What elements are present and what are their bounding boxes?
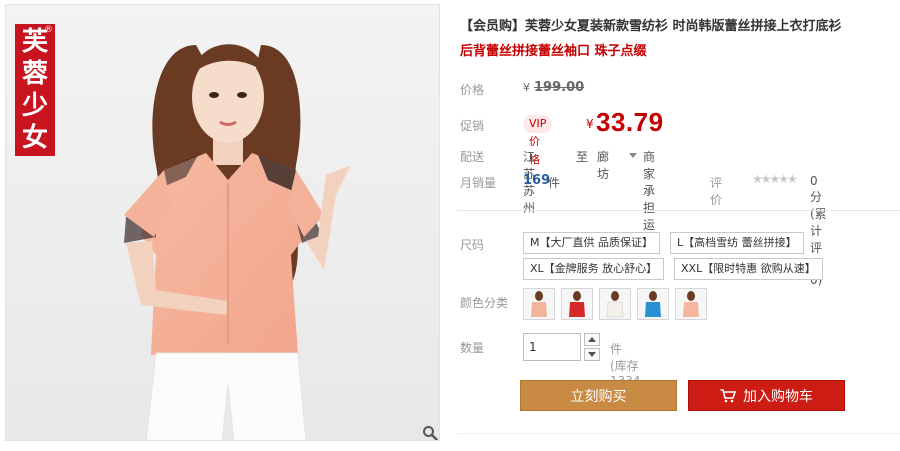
quantity-decrease-button[interactable] xyxy=(584,348,600,361)
currency-symbol: ¥ xyxy=(523,81,530,94)
quantity-label: 数量 xyxy=(460,341,485,355)
ship-to-word: 至 xyxy=(576,150,589,164)
brand-logo: ® 芙 蓉 少 女 xyxy=(15,24,55,156)
registered-mark: ® xyxy=(44,25,53,35)
rating-stars-icon: ★★★★★ xyxy=(752,172,798,186)
zoom-magnifier-icon[interactable] xyxy=(422,425,438,440)
color-label: 颜色分类 xyxy=(460,296,509,310)
original-price: ¥199.00 xyxy=(523,80,584,95)
product-main-image[interactable] xyxy=(6,5,440,441)
shopping-cart-icon xyxy=(720,388,736,403)
size-option-l[interactable]: L【高档雪纺 蕾丝拼接】 xyxy=(670,232,804,254)
promo-price-value: 33.79 xyxy=(596,107,664,137)
swatch-shirt xyxy=(569,302,585,317)
color-swatch[interactable] xyxy=(637,288,669,320)
original-price-value: 199.00 xyxy=(534,80,585,95)
promo-currency-symbol: ¥ xyxy=(586,117,594,131)
product-info-panel: 【会员购】芙蓉少女夏装新款雪纺衫 时尚韩版蕾丝拼接上衣打底衫 后背蕾丝拼接蕾丝袖… xyxy=(457,0,900,451)
color-swatch[interactable] xyxy=(523,288,555,320)
product-title: 【会员购】芙蓉少女夏装新款雪纺衫 时尚韩版蕾丝拼接上衣打底衫 xyxy=(460,19,842,34)
swatch-shirt xyxy=(645,302,661,317)
color-swatch[interactable] xyxy=(599,288,631,320)
size-option-xxl[interactable]: XXL【限时特惠 欲购从速】 xyxy=(674,258,823,280)
quantity-input[interactable] xyxy=(523,333,581,361)
buy-now-button[interactable]: 立刻购买 xyxy=(520,380,677,411)
chevron-down-icon xyxy=(588,352,596,357)
color-swatch[interactable] xyxy=(561,288,593,320)
swatch-shirt xyxy=(683,302,699,317)
chevron-down-icon[interactable] xyxy=(629,153,637,158)
brand-logo-char: 女 xyxy=(21,123,48,153)
vip-price-badge: VIP价格 xyxy=(523,115,553,166)
divider xyxy=(457,210,900,211)
shipping-label: 配送 xyxy=(460,150,485,164)
promo-label: 促销 xyxy=(460,119,485,133)
rating-label: 评价 xyxy=(710,176,723,207)
product-image-gallery[interactable]: ® 芙 蓉 少 女 xyxy=(5,4,440,441)
monthly-sales-label: 月销量 xyxy=(460,176,497,190)
color-swatch[interactable] xyxy=(675,288,707,320)
chevron-up-icon xyxy=(588,337,596,342)
monthly-sales-unit: 件 xyxy=(548,176,561,190)
size-label: 尺码 xyxy=(460,238,485,252)
divider xyxy=(457,433,900,434)
brand-logo-char: 少 xyxy=(21,91,48,121)
buy-now-label: 立刻购买 xyxy=(570,388,627,405)
monthly-sales-count: 169 xyxy=(523,173,551,188)
quantity-increase-button[interactable] xyxy=(584,333,600,346)
destination-selector[interactable]: 廊坊 xyxy=(597,148,609,182)
size-option-m[interactable]: M【大厂直供 品质保证】 xyxy=(523,232,660,254)
size-row: 尺码 M【大厂直供 品质保证】 L【高档雪纺 蕾丝拼接】 XL【金牌服务 放心舒… xyxy=(460,230,900,290)
product-subtitle: 后背蕾丝拼接蕾丝袖口 珠子点缀 xyxy=(460,44,647,59)
brand-logo-char: 蓉 xyxy=(21,59,48,89)
add-to-cart-label: 加入购物车 xyxy=(743,388,813,405)
swatch-shirt xyxy=(531,302,547,317)
price-label: 价格 xyxy=(460,83,485,97)
swatch-shirt xyxy=(606,301,624,318)
size-option-xl[interactable]: XL【金牌服务 放心舒心】 xyxy=(523,258,665,280)
add-to-cart-button[interactable]: 加入购物车 xyxy=(688,380,845,411)
